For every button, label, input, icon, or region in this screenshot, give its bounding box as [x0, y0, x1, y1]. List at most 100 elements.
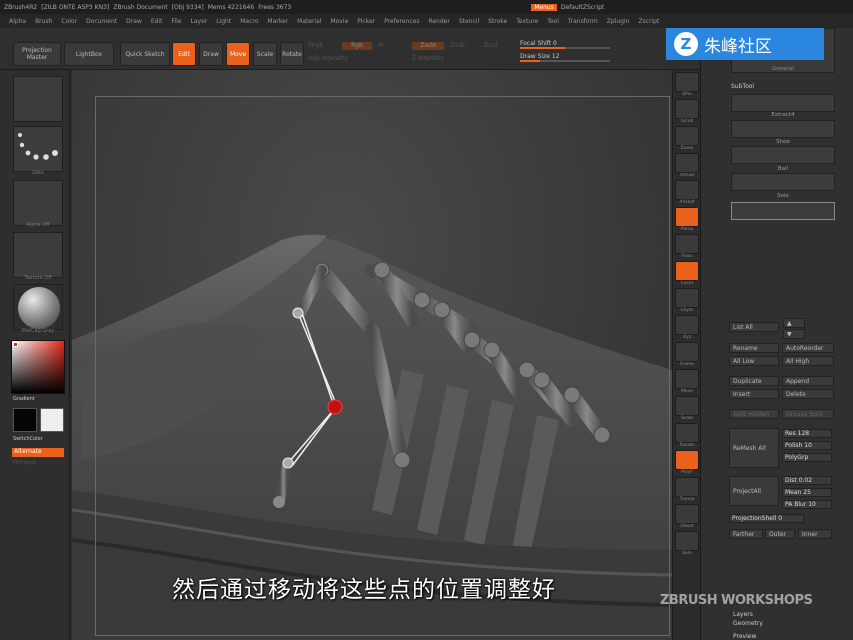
menu-color[interactable]: Color [61, 18, 77, 25]
rename-button[interactable]: Rename [729, 343, 779, 353]
alternate-button[interactable]: Alternate [12, 448, 64, 457]
menu-texture[interactable]: Texture [516, 18, 538, 25]
z-intensity-slider[interactable]: Z Intensity [412, 55, 444, 62]
stroke-thumbnail[interactable] [13, 126, 63, 172]
quick-sketch-button[interactable]: Quick Sketch [120, 42, 170, 66]
menu-alpha[interactable]: Alpha [9, 18, 26, 25]
menu-file[interactable]: File [171, 18, 181, 25]
shelf-aahalf-button[interactable] [675, 180, 699, 200]
menu-picker[interactable]: Picker [357, 18, 375, 25]
outer-button[interactable]: Outer [765, 529, 795, 539]
shelf-scroll-button[interactable] [675, 99, 699, 119]
default-zscript[interactable]: DefaultZScript [561, 4, 604, 11]
project-all-button[interactable]: ProjectAll [729, 476, 779, 506]
subtool-down-button[interactable]: ▼ [783, 329, 805, 339]
menu-zscript[interactable]: Zscript [638, 18, 659, 25]
auto-reorder-button[interactable]: AutoReorder [782, 343, 834, 353]
move-button[interactable]: Move [226, 42, 250, 66]
polygrp-toggle[interactable]: PolyGrp [782, 453, 832, 462]
shelf-polyf-button[interactable] [675, 450, 699, 470]
menu-edit[interactable]: Edit [151, 18, 163, 25]
all-high-button[interactable]: All High [782, 356, 834, 366]
menu-render[interactable]: Render [428, 18, 449, 25]
primary-color-swatch[interactable] [13, 408, 37, 432]
all-low-button[interactable]: All Low [729, 356, 779, 366]
menu-material[interactable]: Material [297, 18, 321, 25]
switch-color-button[interactable]: SwitchColor [13, 436, 63, 442]
inner-button[interactable]: Inner [798, 529, 832, 539]
layers-section[interactable]: Layers [733, 611, 753, 618]
menu-transform[interactable]: Transform [568, 18, 598, 25]
shelf-spix-button[interactable] [675, 72, 699, 92]
projection-master-button[interactable]: Projection Master [13, 42, 61, 66]
shelf-persp-button[interactable] [675, 207, 699, 227]
scale-button[interactable]: Scale [253, 42, 277, 66]
draw-button[interactable]: Draw [199, 42, 223, 66]
mrgb-toggle[interactable]: Mrgb [308, 42, 323, 49]
menus-toggle[interactable]: Menus [531, 3, 557, 11]
projection-shell-slider[interactable]: ProjectionShell 0 [729, 514, 804, 523]
m-toggle[interactable]: M [378, 42, 383, 49]
rgb-toggle[interactable]: Rgb [342, 42, 372, 50]
res-slider[interactable]: Res 128 [782, 429, 832, 438]
shelf-lsym-button[interactable] [675, 288, 699, 308]
subtool-up-button[interactable]: ▲ [783, 318, 805, 328]
menu-light[interactable]: Light [216, 18, 231, 25]
farther-button[interactable]: Farther [729, 529, 763, 539]
append-button[interactable]: Append [782, 376, 834, 386]
shelf-zoom-button[interactable] [675, 126, 699, 146]
zcut-toggle[interactable]: Zcut [484, 42, 498, 49]
menu-preferences[interactable]: Preferences [384, 18, 419, 25]
menu-brush[interactable]: Brush [35, 18, 52, 25]
menu-draw[interactable]: Draw [126, 18, 142, 25]
menu-macro[interactable]: Macro [240, 18, 258, 25]
subtool-row-1[interactable] [731, 120, 835, 138]
shelf-solo-button[interactable] [675, 531, 699, 551]
menu-zplugin[interactable]: Zplugin [607, 18, 630, 25]
texture-thumbnail[interactable] [13, 232, 63, 278]
alpha-thumbnail[interactable] [13, 180, 63, 226]
menu-stroke[interactable]: Stroke [488, 18, 507, 25]
geometry-section[interactable]: Geometry [733, 620, 763, 627]
remesh-all-button[interactable]: ReMesh All [729, 428, 779, 468]
shelf-local-button[interactable] [675, 261, 699, 281]
shelf-actual-button[interactable] [675, 153, 699, 173]
shelf-transp-button[interactable] [675, 477, 699, 497]
edit-button[interactable]: Edit [172, 42, 196, 66]
shelf-move-button[interactable] [675, 369, 699, 389]
dist-slider[interactable]: Dist 0.02 [782, 476, 832, 485]
fill-object-button[interactable]: FillObject [13, 460, 63, 466]
draw-size-slider[interactable]: Draw Size 12 [520, 53, 610, 62]
zadd-toggle[interactable]: Zadd [412, 42, 444, 50]
brush-thumbnail[interactable] [13, 76, 63, 122]
subtool-row-3[interactable] [731, 173, 835, 191]
secondary-color-swatch[interactable] [40, 408, 64, 432]
duplicate-button[interactable]: Duplicate [729, 376, 779, 386]
shelf-floor-button[interactable] [675, 234, 699, 254]
color-picker[interactable] [11, 340, 65, 394]
list-all-button[interactable]: List All [729, 322, 779, 332]
insert-button[interactable]: Insert [729, 389, 779, 399]
menu-layer[interactable]: Layer [191, 18, 208, 25]
shelf-xyz-button[interactable] [675, 315, 699, 335]
polish-slider[interactable]: Polish 10 [782, 441, 832, 450]
mean-slider[interactable]: Mean 25 [782, 488, 832, 497]
rotate-button[interactable]: Rotate [280, 42, 304, 66]
gradient-toggle[interactable]: Gradient [13, 396, 63, 402]
menu-document[interactable]: Document [86, 18, 117, 25]
material-thumbnail[interactable] [13, 284, 63, 330]
groups-split-button[interactable]: Groups Split [782, 409, 834, 419]
lightbox-button[interactable]: LightBox [64, 42, 114, 66]
shelf-ghost-button[interactable] [675, 504, 699, 524]
delete-button[interactable]: Delete [782, 389, 834, 399]
menu-stencil[interactable]: Stencil [459, 18, 479, 25]
subtool-title[interactable]: SubTool [731, 83, 754, 90]
zsub-toggle[interactable]: Zsub [450, 42, 465, 49]
preview-section[interactable]: Preview [733, 633, 756, 640]
menu-movie[interactable]: Movie [331, 18, 349, 25]
subtool-row-2[interactable] [731, 146, 835, 164]
shelf-frame-button[interactable] [675, 342, 699, 362]
focal-shift-slider[interactable]: Focal Shift 0 [520, 40, 610, 49]
subtool-row-0[interactable] [731, 94, 835, 112]
split-hidden-button[interactable]: Split Hidden [729, 409, 779, 419]
